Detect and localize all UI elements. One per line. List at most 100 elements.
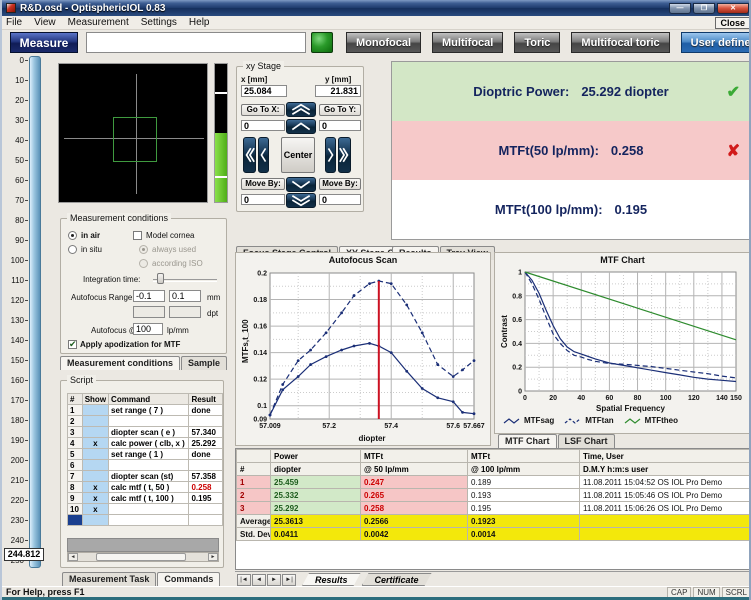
stage-up-fast-button[interactable] <box>286 102 316 117</box>
tab-mtf-chart[interactable]: MTF Chart <box>498 434 557 448</box>
scroll-thumb[interactable] <box>96 553 186 561</box>
results-table-row[interactable]: 2 25.332 0.265 0.193 11.08.2011 15:05:46 OS … <box>236 488 749 502</box>
script-command-cell[interactable]: set range ( 7 ) <box>108 404 190 416</box>
script-row[interactable]: 6 <box>67 459 223 471</box>
script-row[interactable]: 8 x calc mtf ( t, 50 ) 0.258 <box>67 481 223 493</box>
script-command-cell[interactable] <box>108 514 190 526</box>
sheet-nav--button[interactable]: |◄ <box>237 573 251 586</box>
y-position-field[interactable] <box>315 85 361 97</box>
stage-down-fast-button[interactable] <box>286 193 316 208</box>
script-row-selected[interactable] <box>67 514 223 526</box>
scroll-left-icon[interactable]: ◄ <box>68 553 78 561</box>
mode-button-monofocal[interactable]: Monofocal <box>346 32 421 53</box>
in-air-radio[interactable] <box>68 231 77 240</box>
according-iso-radio[interactable] <box>139 259 148 268</box>
menu-settings[interactable]: Settings <box>141 17 177 28</box>
menu-help[interactable]: Help <box>189 17 210 28</box>
scroll-right-icon[interactable]: ► <box>208 553 218 561</box>
move-by-x-value-field[interactable] <box>241 194 285 205</box>
sheet-tab-certificate[interactable]: Certificate <box>362 573 432 586</box>
close-button[interactable]: Close <box>715 17 749 29</box>
tab-measurement-task[interactable]: Measurement Task <box>62 572 157 586</box>
sheet-nav--button[interactable]: ◄ <box>252 573 266 586</box>
go-to-y-button[interactable]: Go To Y: <box>319 104 361 116</box>
script-row[interactable]: 5 set range ( 1 ) done <box>67 448 223 460</box>
tab-sample[interactable]: Sample <box>181 356 228 370</box>
x-position-field[interactable] <box>241 85 287 97</box>
maximize-button[interactable]: ❐ <box>693 2 715 14</box>
move-by-y-button[interactable]: Move By: <box>319 178 361 190</box>
minimize-button[interactable]: — <box>669 2 691 14</box>
in-situ-radio[interactable] <box>68 245 77 254</box>
script-row[interactable]: 3 diopter scan ( e ) 57.340 <box>67 426 223 438</box>
script-hscrollbar[interactable]: ◄ ► <box>67 552 219 562</box>
move-by-x-button[interactable]: Move By: <box>241 178 285 190</box>
autofocus-range-from-field[interactable] <box>133 290 165 302</box>
go-to-x-button[interactable]: Go To X: <box>241 104 285 116</box>
script-show-cell[interactable] <box>81 514 110 526</box>
menu-file[interactable]: File <box>6 17 22 28</box>
script-command-cell[interactable]: calc mtf ( t, 50 ) <box>108 481 190 493</box>
script-show-cell[interactable] <box>81 415 110 427</box>
script-command-cell[interactable]: diopter scan ( e ) <box>108 426 190 438</box>
script-show-cell[interactable] <box>81 404 110 416</box>
sheet-tab-results[interactable]: Results <box>302 573 361 586</box>
tab-lsf-chart[interactable]: LSF Chart <box>557 434 615 448</box>
stage-right-fast-button[interactable] <box>338 137 351 173</box>
stage-right-button[interactable] <box>325 137 336 173</box>
script-command-cell[interactable]: calc power ( clb, x ) <box>108 437 190 449</box>
close-window-button[interactable]: ✕ <box>717 2 749 14</box>
stage-down-button[interactable] <box>286 177 316 192</box>
script-command-cell[interactable] <box>108 503 190 515</box>
script-show-cell[interactable]: x <box>81 492 110 504</box>
mode-button-multifocal-toric[interactable]: Multifocal toric <box>571 32 670 53</box>
mode-button-toric[interactable]: Toric <box>514 32 561 53</box>
script-row[interactable]: 7 diopter scan (st) 57.358 <box>67 470 223 482</box>
menu-view[interactable]: View <box>34 17 56 28</box>
autofocus-at-field[interactable] <box>133 323 163 335</box>
focus-slider-track[interactable] <box>29 56 41 568</box>
integration-time-slider-thumb[interactable] <box>157 273 164 284</box>
stage-left-button[interactable] <box>258 137 269 173</box>
stage-up-button[interactable] <box>286 119 316 134</box>
mode-button-multifocal[interactable]: Multifocal <box>432 32 504 53</box>
script-command-cell[interactable] <box>108 415 190 427</box>
go-to-y-value-field[interactable] <box>319 120 361 131</box>
menu-measurement[interactable]: Measurement <box>68 17 129 28</box>
script-command-cell[interactable]: calc mtf ( t, 100 ) <box>108 492 190 504</box>
model-cornea-checkbox[interactable] <box>133 231 142 240</box>
measure-button[interactable]: Measure <box>10 32 78 53</box>
script-show-cell[interactable] <box>81 470 110 482</box>
script-row[interactable]: 10 x <box>67 503 223 515</box>
move-by-y-value-field[interactable] <box>319 194 361 205</box>
apodization-checkbox[interactable] <box>68 339 77 350</box>
sample-name-field[interactable] <box>86 32 306 53</box>
script-show-cell[interactable]: x <box>81 437 110 449</box>
always-used-radio[interactable] <box>139 245 148 254</box>
script-show-cell[interactable] <box>81 426 110 438</box>
results-table-row[interactable]: 3 25.292 0.258 0.195 11.08.2011 15:06:26 OS … <box>236 501 749 515</box>
script-command-cell[interactable]: set range ( 1 ) <box>108 448 190 460</box>
go-to-x-value-field[interactable] <box>241 120 285 131</box>
results-table-row[interactable]: 1 25.459 0.247 0.189 11.08.2011 15:04:52 OS … <box>236 475 749 489</box>
script-command-cell[interactable]: diopter scan (st) <box>108 470 190 482</box>
script-show-cell[interactable]: x <box>81 503 110 515</box>
sheet-nav--button[interactable]: ► <box>267 573 281 586</box>
script-row[interactable]: 4 x calc power ( clb, x ) 25.292 <box>67 437 223 449</box>
stage-left-fast-button[interactable] <box>243 137 256 173</box>
sheet-nav--button[interactable]: ►| <box>282 573 296 586</box>
script-row[interactable]: 2 <box>67 415 223 427</box>
stage-center-button[interactable]: Center <box>281 137 315 173</box>
mode-button-user-defined[interactable]: User defined <box>680 32 749 53</box>
tab-measurement-conditions[interactable]: Measurement conditions <box>60 356 181 370</box>
script-row[interactable]: 9 x calc mtf ( t, 100 ) 0.195 <box>67 492 223 504</box>
script-show-cell[interactable]: x <box>81 481 110 493</box>
script-show-cell[interactable] <box>81 459 110 471</box>
script-show-cell[interactable] <box>81 448 110 460</box>
status-led-button[interactable] <box>311 32 333 53</box>
summary-label-cell: Average <box>236 514 271 528</box>
autofocus-range-to-field[interactable] <box>169 290 201 302</box>
script-row[interactable]: 1 set range ( 7 ) done <box>67 404 223 416</box>
tab-commands[interactable]: Commands <box>157 572 221 586</box>
script-command-cell[interactable] <box>108 459 190 471</box>
